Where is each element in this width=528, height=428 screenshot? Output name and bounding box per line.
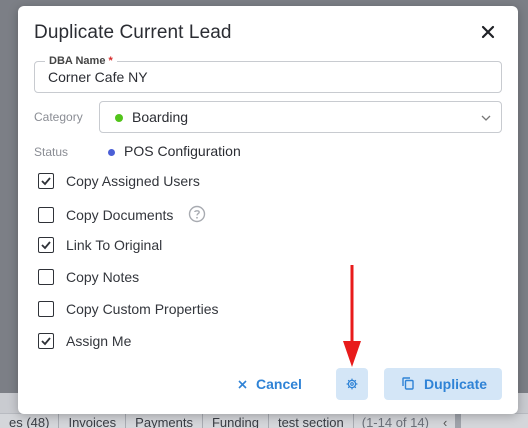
checkbox-box[interactable] — [38, 207, 54, 223]
chevron-down-icon — [481, 115, 491, 121]
duplicate-lead-dialog: Duplicate Current Lead DBA Name * Catego… — [18, 6, 518, 414]
bg-pager-text: (1-14 of 14) — [361, 415, 429, 428]
duplicate-label: Duplicate — [424, 376, 488, 392]
category-label: Category — [34, 110, 83, 124]
gear-icon — [346, 378, 358, 390]
status-label: Status — [34, 145, 69, 159]
cancel-button[interactable]: Cancel — [228, 369, 318, 399]
checkbox-label: Copy Documents — [66, 207, 174, 223]
dba-name-input[interactable] — [48, 69, 488, 85]
bg-scroll-block — [455, 414, 462, 428]
copy-icon — [402, 377, 414, 390]
checkbox-box[interactable] — [38, 173, 54, 189]
checkbox-box[interactable] — [38, 269, 54, 285]
checkbox-label: Assign Me — [66, 333, 132, 349]
bg-tab-invoices[interactable]: Invoices — [59, 414, 127, 428]
checkbox-label: Copy Assigned Users — [66, 173, 200, 189]
checkbox-box[interactable] — [38, 301, 54, 317]
close-icon[interactable] — [481, 25, 497, 41]
checkbox-label: Link To Original — [66, 237, 163, 253]
bg-tab-files[interactable]: es (48) — [0, 414, 60, 428]
close-icon — [238, 376, 247, 392]
cancel-label: Cancel — [256, 376, 302, 392]
duplicate-button[interactable]: Duplicate — [384, 368, 502, 400]
status-dot — [108, 149, 115, 156]
checkbox-label: Copy Notes — [66, 269, 140, 285]
background-tab-bar: es (48) Invoices Payments Funding test s… — [0, 413, 528, 428]
checkbox-box[interactable] — [38, 333, 54, 349]
dialog-title: Duplicate Current Lead — [34, 22, 232, 43]
checkbox-box[interactable] — [38, 237, 54, 253]
chevron-left-icon[interactable]: ‹ — [437, 414, 453, 428]
bg-tab-funding[interactable]: Funding — [203, 414, 269, 428]
bg-tab-test-section[interactable]: test section — [269, 414, 354, 428]
question-circle-icon[interactable] — [188, 205, 206, 223]
category-value: Boarding — [132, 109, 189, 125]
settings-button[interactable] — [336, 368, 368, 400]
checkbox-label: Copy Custom Properties — [66, 301, 219, 317]
category-select[interactable]: Boarding — [99, 101, 502, 133]
status-value: POS Configuration — [124, 143, 241, 159]
dba-name-label: DBA Name * — [45, 55, 117, 67]
dba-name-field[interactable]: DBA Name * — [34, 55, 502, 93]
category-status-dot — [115, 114, 123, 122]
bg-tab-payments[interactable]: Payments — [126, 414, 203, 428]
annotation-arrow-icon — [343, 265, 361, 367]
